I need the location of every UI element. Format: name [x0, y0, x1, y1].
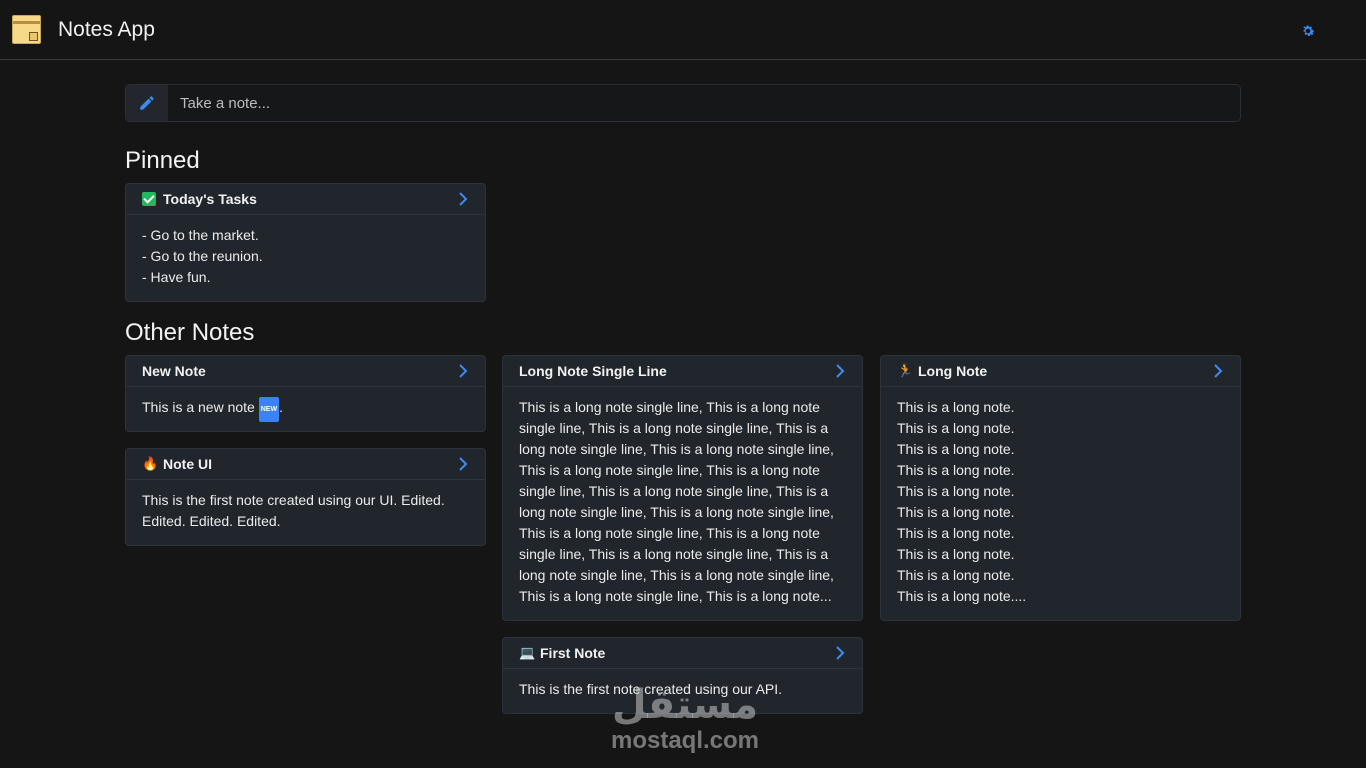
note-line: single line, This is a long note single …	[519, 483, 829, 499]
note-body: This is a long note single line, This is…	[503, 387, 862, 607]
note-line: This is a long note.	[897, 483, 1015, 499]
pencil-icon	[126, 85, 168, 121]
note-line: This is a long note.	[897, 525, 1015, 541]
chevron-right-icon[interactable]	[835, 646, 845, 660]
note-text-suffix: .	[279, 399, 283, 415]
note-line: This is a long note single line, This is…	[519, 588, 832, 604]
note-line: This is a long note.	[897, 567, 1015, 583]
note-title: Long Note Single Line	[519, 363, 667, 379]
sticky-note-icon	[12, 15, 41, 44]
note-line: This is a long note.	[897, 399, 1015, 415]
chevron-right-icon[interactable]	[835, 364, 845, 378]
note-line: This is the first note created using our…	[142, 492, 445, 508]
note-line: This is a long note single line, This is…	[519, 525, 820, 541]
note-card-header: New Note	[126, 356, 485, 387]
new-badge-icon: NEW	[258, 397, 280, 422]
chevron-right-icon[interactable]	[1213, 364, 1223, 378]
note-line: This is a new note NEW.	[142, 397, 469, 422]
note-body: This is a new note NEW.	[126, 387, 485, 422]
note-card-long-note[interactable]: 🏃 Long Note This is a long note. This is…	[880, 355, 1241, 621]
note-line: - Go to the market.	[142, 227, 259, 243]
note-line: This is the first note created using our…	[519, 681, 783, 697]
note-line: This is a long note single line, This is…	[519, 399, 820, 415]
app-title: Notes App	[58, 17, 155, 41]
note-title: First Note	[540, 645, 606, 661]
note-title: Today's Tasks	[163, 191, 257, 207]
note-line: single line, This is a long note single …	[519, 546, 829, 562]
note-title: New Note	[142, 363, 206, 379]
watermark-latin: mostaql.com	[610, 727, 760, 754]
note-card-first-note[interactable]: 💻 First Note This is the first note crea…	[502, 637, 863, 714]
note-card-header: Today's Tasks	[126, 184, 485, 215]
note-title: Note UI	[163, 456, 212, 472]
note-line: long note single line, This is a long no…	[519, 441, 834, 457]
note-body: This is the first note created using our…	[126, 480, 485, 532]
note-card-new-note[interactable]: New Note This is a new note NEW.	[125, 355, 486, 432]
settings-button[interactable]	[1298, 21, 1318, 41]
note-line: This is a long note.	[897, 420, 1015, 436]
note-composer[interactable]	[125, 84, 1241, 122]
note-card-note-ui[interactable]: 🔥 Note UI This is the first note created…	[125, 448, 486, 546]
take-note-input[interactable]	[168, 85, 1240, 121]
check-mark-icon	[142, 192, 156, 206]
note-line: long note single line, This is a long no…	[519, 504, 834, 520]
chevron-right-icon[interactable]	[458, 364, 468, 378]
note-title: Long Note	[918, 363, 988, 379]
note-text: This is a new note	[142, 399, 255, 415]
note-line: This is a long note.	[897, 504, 1015, 520]
note-line: This is a long note.	[897, 462, 1015, 478]
note-body: - Go to the market. - Go to the reunion.…	[126, 215, 485, 288]
note-card-header: Long Note Single Line	[503, 356, 862, 387]
chevron-right-icon[interactable]	[458, 192, 468, 206]
note-card-todays-tasks[interactable]: Today's Tasks - Go to the market. - Go t…	[125, 183, 486, 302]
note-body: This is the first note created using our…	[503, 669, 862, 700]
pinned-heading: Pinned	[125, 147, 200, 174]
note-card-header: 💻 First Note	[503, 638, 862, 669]
note-line: - Go to the reunion.	[142, 248, 263, 264]
running-person-icon: 🏃	[897, 363, 914, 378]
note-body: This is a long note. This is a long note…	[881, 387, 1240, 607]
note-line: - Have fun.	[142, 269, 211, 285]
note-line: long note single line, This is a long no…	[519, 567, 834, 583]
note-line: This is a long note....	[897, 588, 1027, 604]
note-line: This is a long note single line, This is…	[519, 462, 820, 478]
note-card-header: 🔥 Note UI	[126, 449, 485, 480]
note-card-long-single-line[interactable]: Long Note Single Line This is a long not…	[502, 355, 863, 621]
main-content: Pinned Today's Tasks - Go to the market.…	[125, 84, 1241, 714]
note-line: Edited. Edited. Edited.	[142, 513, 281, 529]
chevron-right-icon[interactable]	[458, 457, 468, 471]
gear-icon	[1303, 25, 1315, 36]
note-line: single line, This is a long note single …	[519, 420, 829, 436]
top-bar: Notes App	[0, 0, 1366, 60]
note-card-header: 🏃 Long Note	[881, 356, 1240, 387]
fire-icon: 🔥	[142, 456, 159, 471]
note-line: This is a long note.	[897, 546, 1015, 562]
note-line: This is a long note.	[897, 441, 1015, 457]
other-notes-heading: Other Notes	[125, 319, 255, 346]
laptop-icon: 💻	[519, 645, 536, 660]
